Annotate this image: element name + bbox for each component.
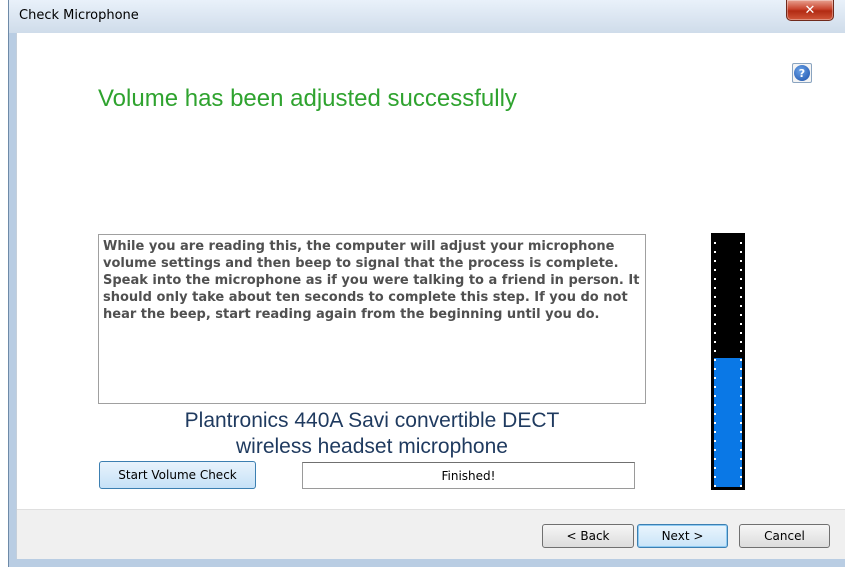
device-name: Plantronics 440A Savi convertible DECT w…: [98, 408, 646, 460]
start-volume-check-button[interactable]: Start Volume Check: [99, 461, 256, 489]
back-button[interactable]: < Back: [542, 524, 634, 548]
level-meter-ticks-left: [714, 235, 716, 488]
help-icon: ?: [794, 65, 810, 81]
close-icon: ✕: [804, 2, 816, 18]
device-name-line-2: wireless headset microphone: [236, 435, 508, 458]
instructions-textbox: While you are reading this, the computer…: [98, 234, 646, 404]
window-frame-bottom: [10, 559, 845, 567]
microphone-level-meter: [711, 233, 745, 490]
cancel-button[interactable]: Cancel: [739, 524, 830, 548]
close-button[interactable]: ✕: [786, 0, 834, 21]
dialog-window: Check Microphone ✕ ? Volume has been adj…: [8, 0, 845, 567]
title-bar[interactable]: Check Microphone ✕: [9, 0, 845, 33]
help-button[interactable]: ?: [792, 63, 812, 83]
device-name-line-1: Plantronics 440A Savi convertible DECT: [184, 409, 560, 432]
page-title: Volume has been adjusted successfully: [98, 85, 517, 112]
button-bar: < Back Next > Cancel: [10, 509, 845, 567]
window-title: Check Microphone: [19, 8, 139, 23]
next-button[interactable]: Next >: [637, 524, 728, 548]
volume-check-status: Finished!: [302, 462, 635, 489]
level-meter-ticks-right: [740, 235, 742, 488]
dialog-content: ? Volume has been adjusted successfully …: [10, 33, 845, 567]
level-meter-fill: [714, 357, 742, 487]
